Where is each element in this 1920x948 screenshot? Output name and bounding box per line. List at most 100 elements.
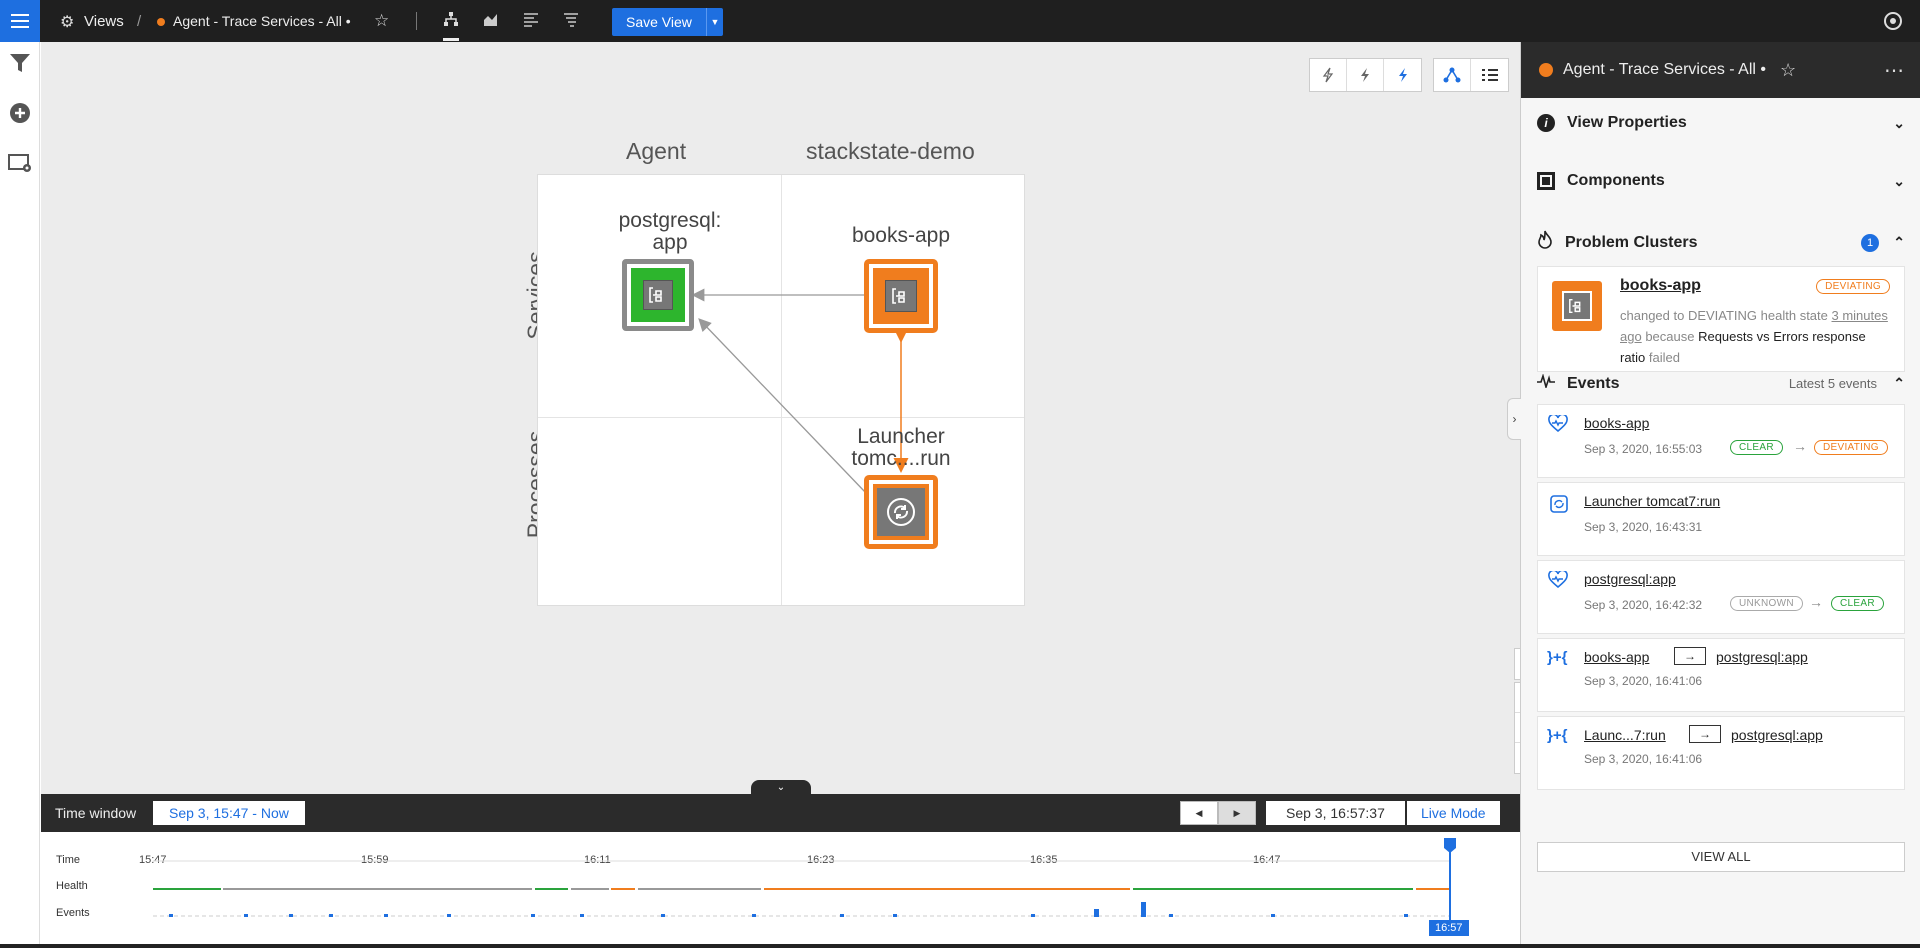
problem-text: changed to DEVIATING health state (1620, 308, 1832, 323)
arrow-right-icon: → (1793, 438, 1807, 454)
star-icon[interactable]: ☆ (1780, 60, 1796, 81)
views-link[interactable]: Views (84, 13, 124, 30)
node-label-line: app (652, 231, 688, 254)
to-state-badge: CLEAR (1831, 596, 1884, 611)
event-title[interactable]: postgresql:app (1584, 571, 1676, 587)
event-date: Sep 3, 2020, 16:43:31 (1584, 520, 1703, 534)
node-label-line: postgresql: (618, 209, 722, 232)
event-target[interactable]: postgresql:app (1716, 649, 1808, 665)
view-settings-icon[interactable] (8, 152, 32, 176)
hamburger-icon (11, 20, 29, 22)
star-icon[interactable]: ☆ (374, 11, 389, 31)
bottom-edge (0, 944, 1920, 948)
save-view-button[interactable]: Save View ▼ (612, 8, 723, 36)
event-title[interactable]: books-app (1584, 415, 1649, 431)
section-view-properties[interactable]: i View Properties ⌄ (1537, 114, 1905, 132)
section-problem-clusters[interactable]: Problem Clusters 1 ⌃ (1537, 230, 1905, 255)
views-icon[interactable]: ⚙ (60, 12, 74, 32)
process-restart-icon (1550, 495, 1568, 518)
node-label: Launcher tomc....run (821, 426, 981, 470)
problem-cluster-card[interactable]: books-app DEVIATING changed to DEVIATING… (1537, 266, 1905, 372)
problem-text: because (1641, 329, 1699, 344)
more-options-icon[interactable]: ⋯ (1884, 58, 1904, 83)
filter-icon[interactable] (8, 52, 32, 76)
time-window-label: Time window (55, 805, 137, 821)
panel-collapse-handle[interactable]: › (1507, 398, 1521, 440)
divider (416, 12, 417, 30)
telemetry-icon[interactable] (483, 11, 499, 32)
live-mode-button[interactable]: Live Mode (1407, 801, 1500, 825)
panel-title: Agent - Trace Services - All • (1563, 61, 1767, 78)
event-target[interactable]: postgresql:app (1731, 727, 1823, 743)
health-heart-icon (1548, 569, 1568, 594)
chevron-down-icon[interactable]: ▼ (707, 17, 723, 27)
section-title: Events (1567, 374, 1620, 392)
arrow-right-icon: → (1809, 594, 1823, 610)
events-list-icon[interactable] (523, 11, 539, 32)
node-label-line: tomc....run (851, 447, 951, 470)
flame-icon (1537, 230, 1553, 255)
event-title[interactable]: books-app (1584, 649, 1649, 665)
time-step-controls: ◀ ▶ (1180, 801, 1256, 825)
info-icon: i (1537, 114, 1555, 132)
save-view-label: Save View (612, 8, 707, 36)
topology-canvas[interactable]: Agent stackstate-demo Services Processes… (41, 42, 1544, 796)
topology-icon[interactable] (443, 11, 459, 32)
node-books-app[interactable] (864, 259, 938, 333)
event-date: Sep 3, 2020, 16:41:06 (1584, 752, 1703, 766)
event-card[interactable]: Launcher tomcat7:run Sep 3, 2020, 16:43:… (1537, 482, 1905, 556)
node-body (873, 268, 929, 324)
timeline-cursor-time: 16:57 (1429, 920, 1469, 936)
status-dot (1539, 63, 1553, 77)
chevron-down-icon: ⌄ (1893, 114, 1905, 131)
event-date: Sep 3, 2020, 16:55:03 (1584, 442, 1703, 456)
problem-component-link[interactable]: books-app (1620, 277, 1701, 295)
timeline-tracks (153, 838, 1456, 932)
event-date: Sep 3, 2020, 16:42:32 (1584, 598, 1703, 612)
arrow-right-icon: → (1674, 647, 1706, 665)
left-sidebar (0, 42, 40, 948)
current-time[interactable]: Sep 3, 16:57:37 (1266, 801, 1405, 825)
section-components[interactable]: Components ⌄ (1537, 172, 1905, 190)
traces-icon[interactable] (563, 11, 579, 32)
count-badge: 1 (1861, 233, 1879, 252)
timeline-cursor-handle (1444, 838, 1456, 853)
node-label-line: Launcher (857, 425, 945, 448)
event-card[interactable]: }+{ books-app → postgresql:app Sep 3, 20… (1537, 638, 1905, 712)
add-icon[interactable] (8, 102, 32, 126)
node-label: books-app (851, 224, 951, 247)
arrow-right-icon: → (1689, 725, 1721, 743)
node-launcher-tomcat7-run[interactable] (864, 475, 938, 549)
node-label: postgresql: app (590, 210, 750, 254)
top-bar: ⚙ Views / Agent - Trace Services - All •… (0, 0, 1920, 42)
step-back-button[interactable]: ◀ (1180, 801, 1218, 825)
event-title[interactable]: Launc...7:run (1584, 727, 1666, 743)
details-panel: › Agent - Trace Services - All • ☆ ⋯ i V… (1507, 42, 1920, 948)
view-all-button[interactable]: VIEW ALL (1537, 842, 1905, 872)
from-state-badge: UNKNOWN (1730, 596, 1803, 611)
view-title: Agent - Trace Services - All • (173, 13, 351, 29)
chevron-down-icon: ⌄ (1893, 172, 1905, 189)
menu-button[interactable] (0, 0, 40, 42)
section-title: Problem Clusters (1565, 233, 1698, 251)
timeline[interactable]: Time Health Events 15:47 15:59 16:11 16:… (41, 832, 1520, 944)
node-postgresql-app[interactable] (622, 259, 694, 331)
step-forward-button[interactable]: ▶ (1218, 801, 1256, 825)
section-events[interactable]: Events Latest 5 events ⌃ (1537, 373, 1905, 393)
relation-edges (691, 288, 909, 494)
event-date: Sep 3, 2020, 16:41:06 (1584, 674, 1703, 688)
user-icon[interactable] (1884, 12, 1902, 30)
pulse-icon (1537, 373, 1555, 393)
event-title[interactable]: Launcher tomcat7:run (1584, 493, 1720, 509)
status-dot (157, 18, 165, 26)
events-track (153, 902, 1451, 917)
event-card[interactable]: postgresql:app Sep 3, 2020, 16:42:32 UNK… (1537, 560, 1905, 634)
chevron-up-icon: ⌃ (1893, 375, 1905, 391)
event-card[interactable]: }+{ Launc...7:run → postgresql:app Sep 3… (1537, 716, 1905, 790)
event-card[interactable]: books-app Sep 3, 2020, 16:55:03 CLEAR → … (1537, 404, 1905, 478)
from-state-badge: CLEAR (1730, 440, 1783, 455)
problem-description: changed to DEVIATING health state 3 minu… (1620, 305, 1892, 368)
status-badge: DEVIATING (1816, 279, 1890, 294)
time-range-selector[interactable]: Sep 3, 15:47 - Now (153, 801, 305, 825)
relation-icon: }+{ (1547, 727, 1568, 744)
